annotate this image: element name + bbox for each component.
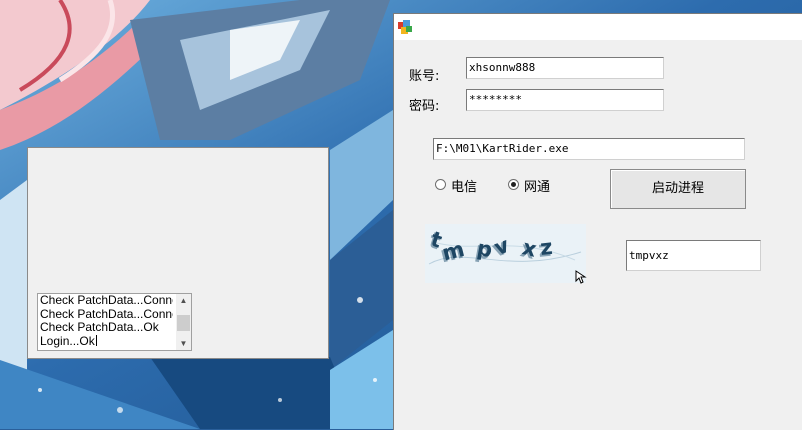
log-rows: Check PatchData...Connect Check PatchDat… bbox=[40, 294, 173, 348]
password-input[interactable]: ******** bbox=[466, 89, 664, 111]
scroll-up-icon[interactable]: ▲ bbox=[176, 294, 191, 307]
scroll-thumb[interactable] bbox=[177, 315, 190, 331]
log-listbox[interactable]: Check PatchData...Connect Check PatchDat… bbox=[37, 293, 192, 351]
log-line: Check PatchData...Connect bbox=[40, 306, 173, 321]
login-window: 账号: xhsonnw888 密码: ******** F:\M01\KartR… bbox=[393, 13, 802, 430]
radio-netcom-label[interactable]: 网通 bbox=[524, 176, 550, 195]
radio-telecom-label[interactable]: 电信 bbox=[451, 176, 477, 195]
app-icon bbox=[398, 20, 412, 34]
text-caret bbox=[95, 334, 97, 346]
svg-text:z: z bbox=[539, 235, 554, 260]
cursor-icon bbox=[575, 270, 587, 284]
log-window: Check PatchData...Connect Check PatchDat… bbox=[27, 147, 329, 359]
radio-netcom[interactable] bbox=[508, 179, 519, 190]
radio-telecom[interactable] bbox=[435, 179, 446, 190]
log-line: Check PatchData...Ok bbox=[40, 320, 159, 334]
password-label: 密码: bbox=[409, 99, 440, 114]
scroll-down-icon[interactable]: ▼ bbox=[176, 337, 191, 350]
captcha-image: t m p v x z t m p v x z bbox=[425, 224, 586, 283]
title-bar[interactable] bbox=[394, 14, 802, 40]
log-line: Login...Ok bbox=[40, 333, 95, 348]
start-process-button[interactable]: 启动进程 bbox=[610, 169, 746, 209]
game-path-input[interactable]: F:\M01\KartRider.exe bbox=[433, 138, 745, 160]
captcha-input[interactable]: tmpvxz bbox=[626, 240, 761, 271]
log-line: Check PatchData...Connect bbox=[40, 294, 173, 307]
log-scrollbar[interactable]: ▲ ▼ bbox=[176, 294, 191, 350]
account-input[interactable]: xhsonnw888 bbox=[466, 57, 664, 79]
account-label: 账号: bbox=[409, 69, 440, 84]
log-line-with-caret: Login...Ok bbox=[40, 333, 173, 349]
